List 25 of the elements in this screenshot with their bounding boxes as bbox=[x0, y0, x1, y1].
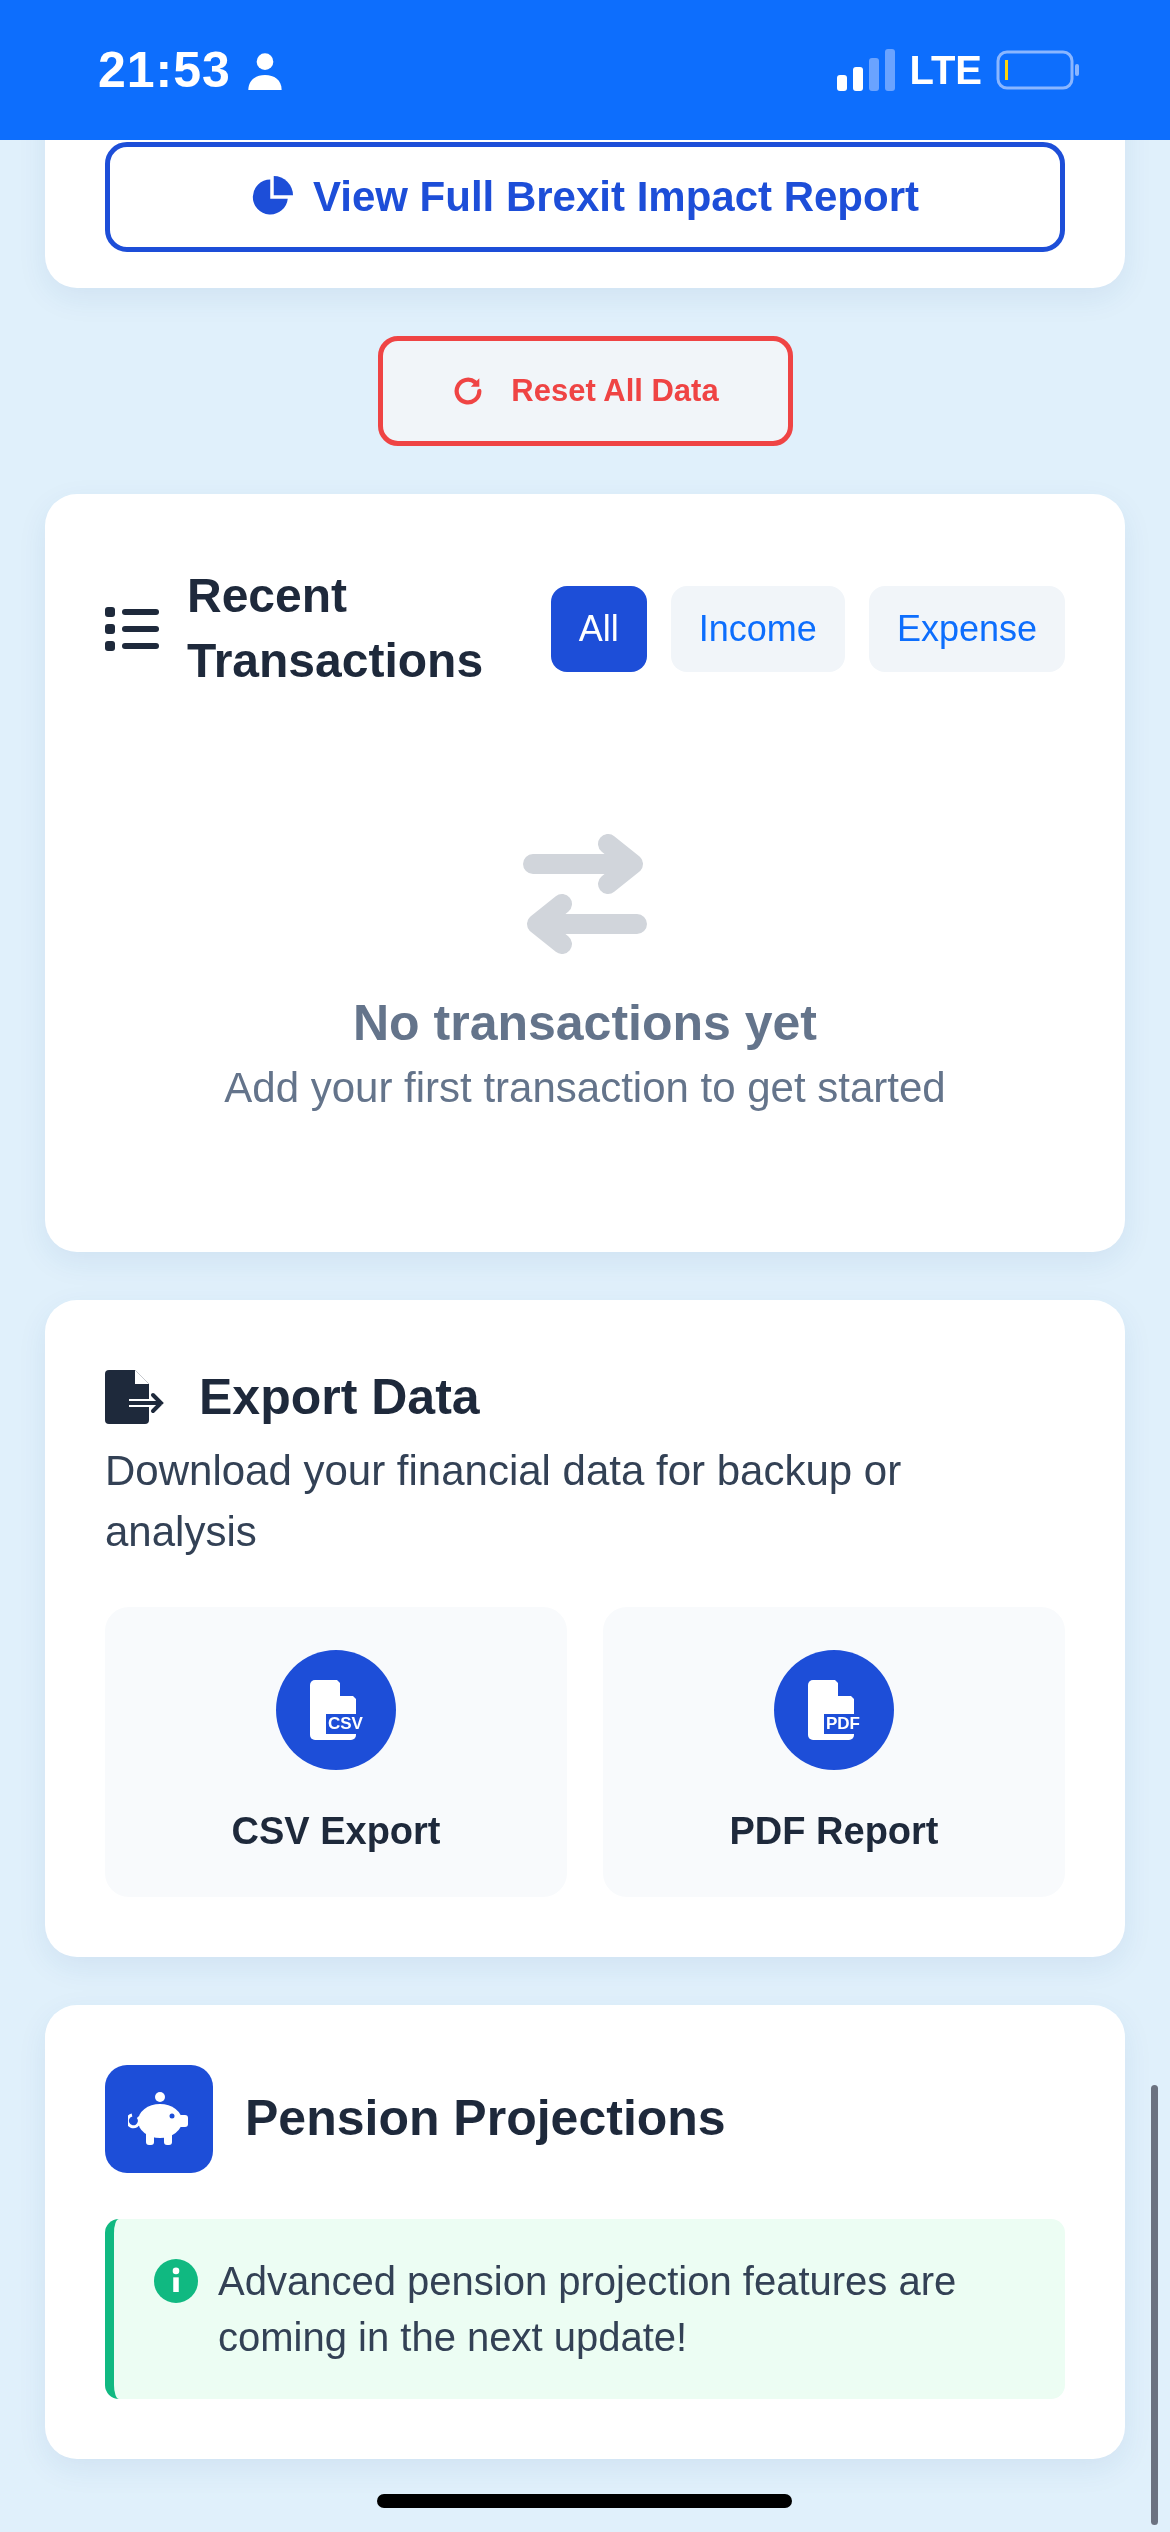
list-icon bbox=[105, 606, 159, 651]
swap-arrows-icon bbox=[523, 833, 647, 954]
section-description: Download your financial data for backup or analysis bbox=[105, 1446, 903, 1557]
empty-state-message: Add your first transaction to get started bbox=[224, 1063, 946, 1112]
file-type-label: CSV bbox=[326, 1714, 365, 1735]
piggy-bank-icon bbox=[128, 2090, 190, 2147]
export-option-button[interactable]: CSV CSV Export bbox=[105, 1606, 567, 1897]
section-title: Pension Projections bbox=[245, 2089, 726, 2149]
filter-tab[interactable]: All bbox=[550, 585, 647, 672]
empty-state-title: No transactions yet bbox=[353, 993, 817, 1052]
notice-text: Advanced pension projection features are coming in the next update! bbox=[218, 2257, 958, 2361]
file-export-icon bbox=[105, 1370, 167, 1425]
reset-button[interactable]: Reset All Data bbox=[377, 336, 793, 446]
filter-tab[interactable]: Income bbox=[670, 585, 845, 672]
section-title: Export Data bbox=[199, 1367, 480, 1427]
clock-time: 21:53 bbox=[98, 41, 231, 99]
brexit-report-button[interactable]: View Full Brexit Impact Report bbox=[105, 142, 1065, 252]
export-option-button[interactable]: PDF PDF Report bbox=[603, 1606, 1065, 1897]
section-title: Recent Transactions bbox=[187, 568, 485, 689]
file-type-label: PDF bbox=[824, 1714, 862, 1735]
network-type: LTE bbox=[909, 47, 982, 93]
info-icon bbox=[154, 2258, 198, 2303]
battery-icon bbox=[996, 50, 1080, 90]
filter-tab[interactable]: Expense bbox=[868, 585, 1065, 672]
signal-icon bbox=[837, 49, 896, 91]
